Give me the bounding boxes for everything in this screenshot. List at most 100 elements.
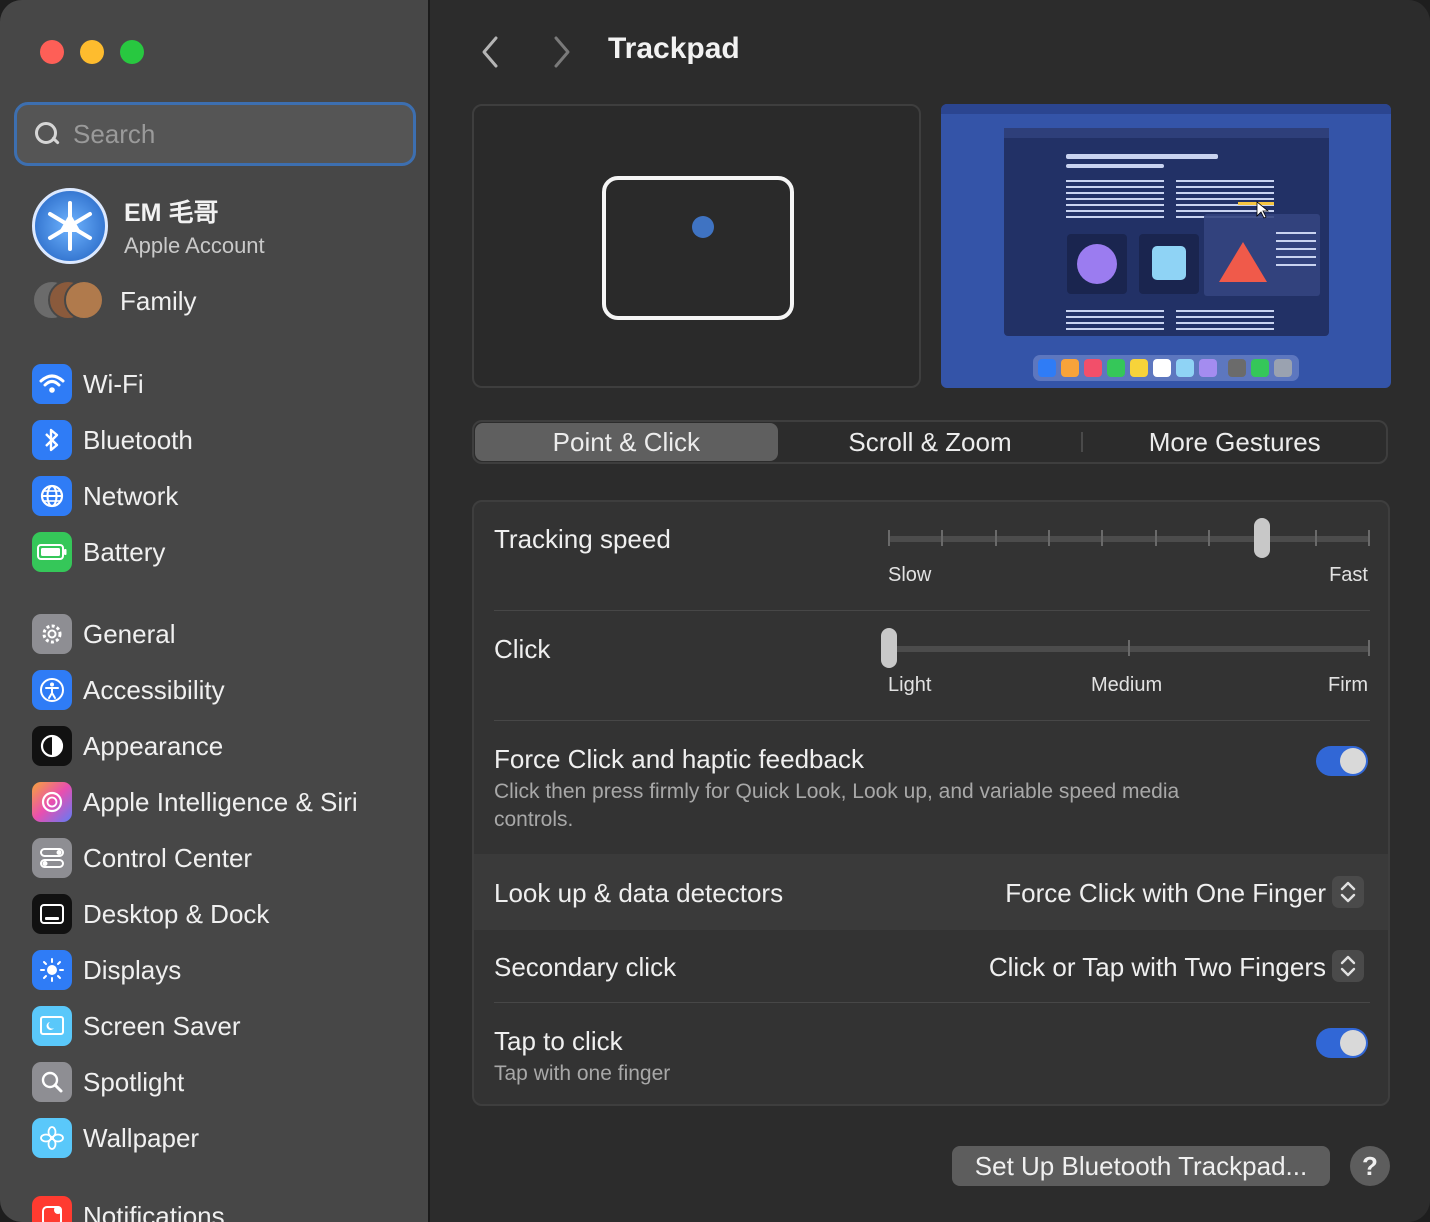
sidebar-item-spotlight[interactable]: Spotlight	[32, 1054, 358, 1110]
secondary-click-select-value[interactable]: Click or Tap with Two Fingers	[989, 952, 1326, 983]
snowflake-icon	[48, 201, 92, 251]
family-avatar	[64, 280, 104, 320]
zoom-button[interactable]	[120, 40, 144, 64]
sidebar-item-general[interactable]: General	[32, 606, 358, 662]
slider-knob[interactable]	[881, 628, 897, 668]
notifications-icon	[32, 1196, 72, 1222]
slider-knob[interactable]	[1254, 518, 1271, 558]
sidebar-item-label: Battery	[83, 536, 166, 567]
account-subtitle: Apple Account	[124, 233, 265, 258]
settings-window: EM 毛哥 Apple Account Family Wi-Fi	[0, 0, 1430, 1222]
search-field[interactable]	[14, 102, 416, 166]
sun-icon	[32, 950, 72, 990]
slider-tick	[1208, 530, 1210, 546]
gesture-preview	[472, 104, 921, 388]
accessibility-icon	[32, 670, 72, 710]
slider-track	[888, 536, 1370, 542]
sidebar-item-wifi[interactable]: Wi-Fi	[32, 356, 193, 412]
account-name: EM 毛哥	[124, 199, 219, 227]
divider	[494, 720, 1370, 721]
globe-icon	[32, 476, 72, 516]
tab-more-gestures[interactable]: More Gestures	[1083, 422, 1386, 462]
divider	[494, 1002, 1370, 1003]
gesture-tabs: Point & Click Scroll & Zoom More Gesture…	[472, 420, 1388, 464]
click-firm-label: Firm	[1328, 674, 1368, 696]
sidebar-item-label: Network	[83, 480, 179, 511]
tracking-max-label: Fast	[1329, 564, 1368, 586]
sidebar-item-appearance[interactable]: Appearance	[32, 718, 358, 774]
sidebar-item-displays[interactable]: Displays	[32, 942, 358, 998]
sidebar-item-control-center[interactable]: Control Center	[32, 830, 358, 886]
tap-to-click-label: Tap to click	[494, 1026, 623, 1056]
spotlight-icon	[32, 1062, 72, 1102]
sidebar-item-label: Bluetooth	[83, 424, 193, 455]
control-center-icon	[32, 838, 72, 878]
settings-panel: Tracking speed Slow Fast Click Light Med…	[472, 500, 1390, 1106]
tab-point-click[interactable]: Point & Click	[475, 423, 778, 461]
family-item[interactable]: Family	[32, 280, 197, 322]
wifi-icon	[32, 364, 72, 404]
sidebar-item-notifications[interactable]: Notifications	[32, 1188, 225, 1222]
click-pressure-slider[interactable]	[881, 628, 1370, 668]
force-click-description: Click then press firmly for Quick Look, …	[494, 780, 1180, 831]
sidebar-item-label: Screen Saver	[83, 1010, 241, 1041]
appearance-icon	[32, 726, 72, 766]
battery-icon	[32, 532, 72, 572]
search-input[interactable]	[73, 118, 393, 150]
sidebar-item-wallpaper[interactable]: Wallpaper	[32, 1110, 358, 1166]
tab-scroll-zoom[interactable]: Scroll & Zoom	[779, 422, 1082, 462]
back-button[interactable]	[476, 34, 506, 70]
slider-tick	[1368, 530, 1370, 546]
sidebar-group-notifications: Notifications	[32, 1188, 225, 1222]
sidebar-item-siri[interactable]: Apple Intelligence & Siri	[32, 774, 358, 830]
sidebar-item-label: Wallpaper	[83, 1122, 200, 1153]
sidebar-item-bluetooth[interactable]: Bluetooth	[32, 412, 193, 468]
finger-dot	[692, 216, 714, 238]
slider-tick	[1128, 640, 1130, 656]
sidebar-group-system: General Accessibility Appearance Apple I…	[32, 606, 358, 1166]
force-click-toggle[interactable]	[1316, 746, 1368, 776]
sidebar-item-screen-saver[interactable]: Screen Saver	[32, 998, 358, 1054]
desktop-illustration	[941, 104, 1391, 381]
click-light-label: Light	[888, 674, 932, 696]
help-button[interactable]: ?	[1350, 1146, 1390, 1186]
apple-account[interactable]: EM 毛哥 Apple Account	[32, 188, 265, 264]
divider	[494, 610, 1370, 611]
search-icon	[33, 120, 61, 148]
tracking-speed-label: Tracking speed	[494, 524, 671, 554]
sidebar: EM 毛哥 Apple Account Family Wi-Fi	[0, 0, 430, 1222]
chevron-up-down-icon	[1340, 881, 1356, 903]
close-button[interactable]	[40, 40, 64, 64]
family-label: Family	[120, 285, 197, 316]
sidebar-item-label: Spotlight	[83, 1066, 185, 1097]
sidebar-group-connectivity: Wi-Fi Bluetooth Network Battery	[32, 356, 193, 580]
avatar	[32, 188, 108, 264]
sidebar-item-desktop-dock[interactable]: Desktop & Dock	[32, 886, 358, 942]
screen-saver-icon	[32, 1006, 72, 1046]
slider-tick	[1314, 530, 1317, 546]
minimize-button[interactable]	[80, 40, 104, 64]
forward-button[interactable]	[546, 34, 576, 70]
slider-tick	[994, 530, 997, 546]
sidebar-item-accessibility[interactable]: Accessibility	[32, 662, 358, 718]
lookup-select-value[interactable]: Force Click with One Finger	[1005, 878, 1326, 909]
siri-icon	[32, 782, 72, 822]
sidebar-item-battery[interactable]: Battery	[32, 524, 193, 580]
chevron-right-icon	[554, 36, 570, 68]
secondary-click-label: Secondary click	[494, 952, 677, 982]
gesture-video-preview	[941, 104, 1391, 388]
tracking-speed-slider[interactable]	[888, 518, 1370, 558]
sidebar-item-label: Desktop & Dock	[83, 898, 270, 929]
family-avatars	[32, 280, 104, 322]
setup-bluetooth-trackpad-button[interactable]: Set Up Bluetooth Trackpad...	[952, 1146, 1330, 1186]
dock-icon	[32, 894, 72, 934]
bluetooth-icon	[32, 420, 72, 460]
sidebar-item-network[interactable]: Network	[32, 468, 193, 524]
click-label: Click	[494, 634, 551, 664]
slider-tick	[888, 530, 890, 546]
secondary-click-popup-button[interactable]	[1332, 950, 1364, 982]
lookup-popup-button[interactable]	[1332, 876, 1364, 908]
sidebar-item-label: Displays	[83, 954, 182, 985]
traffic-lights	[40, 40, 144, 64]
tap-to-click-toggle[interactable]	[1316, 1028, 1368, 1058]
